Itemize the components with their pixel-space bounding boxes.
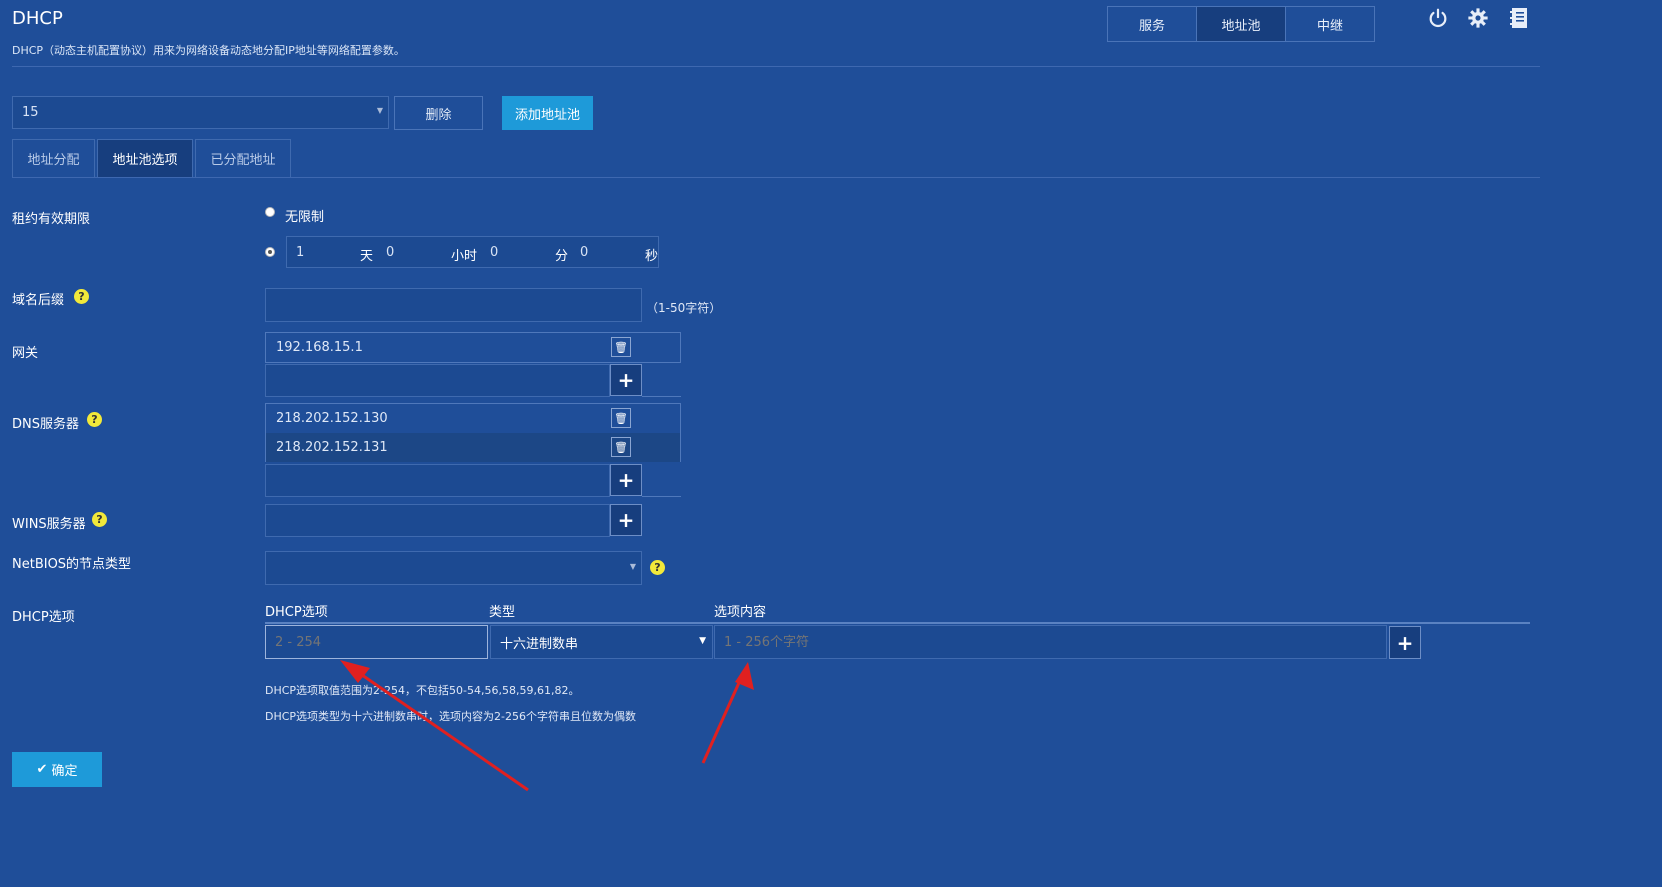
arrow-to-content-input [701,675,744,764]
arrow-to-option-input [351,666,529,792]
annotation-arrows [340,660,754,792]
arrowhead-icon [340,660,370,683]
